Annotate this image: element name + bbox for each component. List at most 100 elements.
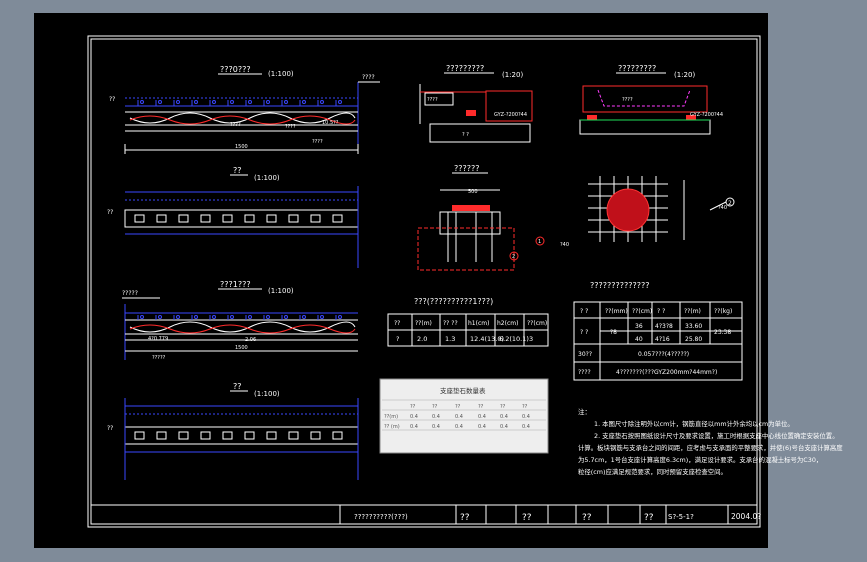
t2-cell: 4?16 [655, 336, 670, 343]
t2-cell: 25.80 [685, 336, 702, 343]
t2-cell: ? ? [580, 308, 588, 315]
table-3-cell: ??(m) [384, 414, 398, 420]
t2-cell: 4???????(???GYZ200mm?44mm?) [616, 369, 717, 376]
table-3-cell: 0.4 [478, 414, 486, 420]
table-3-cell: 0.4 [410, 414, 418, 420]
table-2-title: ?????????????? [590, 281, 649, 290]
detail-1-label1: ???? [427, 97, 438, 103]
table-3-cell: ?? [410, 404, 416, 410]
t2-cell: 30?? [578, 351, 592, 358]
view-1-small2: ???? [285, 124, 296, 130]
view-1-small2b: ???? [312, 139, 323, 145]
table-3-cell: 0.4 [500, 414, 508, 420]
detail-1-label2: GYZ-?200?44 [494, 112, 527, 118]
drawing-name: ??????????(???) [354, 513, 408, 521]
table-3-cell: 0.4 [478, 424, 486, 430]
table-3-cell: 0.4 [500, 424, 508, 430]
detail-1-scale: (1:20) [502, 71, 523, 79]
table-3-cell: ?? [478, 404, 484, 410]
note-5: 粒径(cm)应满足规范要求，同时预留支座检查空间。 [578, 467, 727, 476]
t2-cell: ? ? [580, 329, 588, 336]
detail-2-label2: GYZ-?200?44 [690, 112, 723, 118]
table-3-cell: 0.4 [522, 414, 530, 420]
table-3-cell: ?? [455, 404, 461, 410]
date: 2004.0? [731, 512, 761, 521]
sheet-number: S?-5-1? [668, 513, 694, 521]
detail-4-dim: ?40 [718, 205, 727, 211]
view-1-title: ???0??? [220, 65, 251, 74]
view-2-scale: (1:100) [254, 174, 280, 182]
detail-1-label3: ? ? [462, 132, 469, 138]
t2-cell: ?8 [610, 329, 617, 336]
table-3-cell: 0.4 [410, 424, 418, 430]
table-1-cell: 3 [529, 335, 533, 343]
view-4-scale: (1:100) [254, 390, 280, 398]
table-1-cell: 6.2(10.1) [499, 335, 529, 343]
t2-cell: ???? [578, 369, 591, 376]
detail-1-title: ????????? [446, 64, 484, 73]
view-1-small1: ???? [230, 122, 241, 128]
table-1-header-cell: ?? [394, 320, 400, 327]
detail-3-callout1: 1 [538, 239, 541, 245]
t2-cell: 40 [635, 336, 643, 343]
view-3-title: ???1??? [220, 280, 251, 289]
title-cell-1: ?? [460, 513, 470, 523]
table-3-cell: ?? [432, 404, 438, 410]
table-3-cell: 0.4 [455, 424, 463, 430]
title-cell-4: ?? [644, 513, 654, 523]
note-3: 计算。板块钢筋与支承台之间的间距，应考虑与支承面的平整要求，并使(6)号台支座计… [578, 443, 843, 452]
note-1: 1. 本图尺寸除注明外以cm计，钢筋直径以mm计外余均以cm为单位。 [594, 419, 794, 428]
detail-3-callout2: 2 [512, 254, 515, 260]
detail-2-scale: (1:20) [674, 71, 695, 79]
title-cell-2: ?? [522, 513, 532, 523]
t2-cell: 0.057???(4?????) [638, 351, 689, 358]
table-1-cell: 1.3 [445, 335, 455, 343]
table-1-header-cell: ??(cm) [527, 320, 547, 327]
view-1-dim: 10.5?? [322, 120, 339, 126]
detail-2-label1: ???? [622, 97, 633, 103]
table-1-header-cell: ??(m) [415, 320, 432, 327]
view-3-small1: ????? [152, 355, 166, 361]
table-3-cell: ?? [522, 404, 528, 410]
view-3-dim1: 4?0.779 [148, 336, 168, 342]
view-3-scale: (1:100) [268, 287, 294, 295]
table-3-cell: 0.4 [432, 424, 440, 430]
table-3-inset: 支座垫石数量表 ?????????? ?? ??(m) 0.4 0.4 0.4 0.4 0.4… [379, 378, 549, 454]
detail-3-title: ?????? [454, 164, 479, 173]
table-3-title: 支座垫石数量表 [440, 386, 486, 395]
t2-cell: ? ? [657, 308, 665, 315]
detail-2-title: ????????? [618, 64, 656, 73]
table-1-header-cell: h1(cm) [468, 320, 489, 327]
table-3-cell: 0.4 [455, 414, 463, 420]
view-1-side-label: ???? [362, 74, 375, 81]
view-3-tag: ????? [122, 290, 138, 297]
t2-cell: ??(cm) [632, 308, 652, 315]
table-3-cell: 0.4 [432, 414, 440, 420]
table-1-cell: 2.0 [417, 335, 427, 343]
view-4-title: ?? [233, 382, 242, 391]
view-1-tag: ?? [109, 96, 115, 103]
t2-cell: 4?3?8 [655, 323, 673, 330]
view-2-tag: ?? [107, 209, 113, 216]
view-2-title: ?? [233, 166, 242, 175]
table-1-title: ???(??????????1???) [414, 297, 493, 306]
table-3-cell: ?? (m) [384, 424, 400, 430]
view-4-tag: ?? [107, 425, 113, 432]
t2-cell: ??(mm) [605, 308, 628, 315]
view-3-dim2: 2.06 [245, 337, 256, 343]
drawing-canvas: ???0??? (1:100) ?? ???? ???? ???? 10.5??… [34, 13, 843, 548]
detail-4-side: ?40 [560, 242, 569, 248]
note-2: 2. 支座垫石按照图纸设计尺寸及要求设置，施工时根据支座中心线位置确定安装位置。 [594, 431, 839, 440]
table-1-cell: ? [396, 335, 399, 343]
table-3-cell: 0.4 [522, 424, 530, 430]
note-4: 为5.7cm，1号台支座计算高度6.3cm)，满足设计要求。支承台的混凝土标号为… [578, 455, 822, 464]
title-cell-3: ?? [582, 513, 592, 523]
t2-cell: ??(kg) [714, 308, 732, 315]
view-1-scale: (1:100) [268, 70, 294, 78]
detail-4-callout: 2 [728, 200, 732, 207]
notes-heading: 注： [578, 407, 591, 416]
view-1-bottom: 1500 [235, 144, 248, 150]
t2-cell: 23.38 [714, 329, 731, 336]
cad-window: ???0??? (1:100) ?? ???? ???? ???? 10.5??… [0, 0, 867, 562]
view-3-bottom: 1500 [235, 345, 248, 351]
